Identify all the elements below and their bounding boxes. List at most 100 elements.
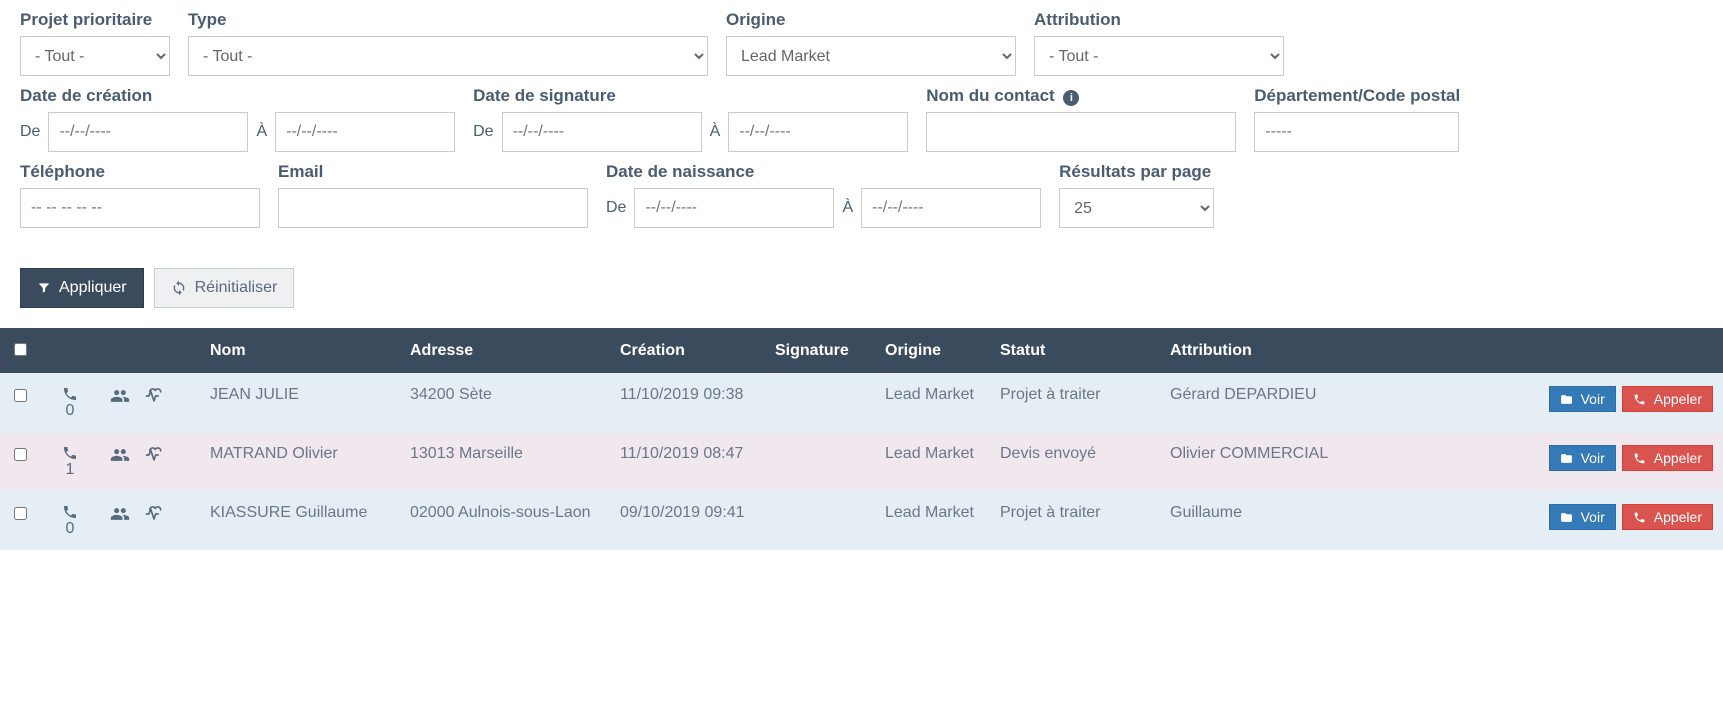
label-de: De bbox=[473, 123, 493, 141]
cell-creation: 09/10/2019 09:41 bbox=[610, 492, 765, 551]
voir-button[interactable]: Voir bbox=[1549, 386, 1616, 412]
results-table: Nom Adresse Création Signature Origine S… bbox=[0, 328, 1723, 550]
label-a: À bbox=[710, 123, 721, 141]
cell-statut: Projet à traiter bbox=[990, 374, 1160, 433]
input-email[interactable] bbox=[278, 188, 588, 228]
cell-attribution: Guillaume bbox=[1160, 492, 1350, 551]
label-projet-prioritaire: Projet prioritaire bbox=[20, 10, 170, 30]
folder-icon bbox=[1560, 511, 1573, 524]
appeler-button[interactable]: Appeler bbox=[1622, 504, 1713, 530]
phone-icon bbox=[1633, 511, 1646, 524]
field-date-creation: Date de création De À bbox=[20, 86, 455, 152]
input-departement[interactable] bbox=[1254, 112, 1459, 152]
appeler-button[interactable]: Appeler bbox=[1622, 386, 1713, 412]
label-date-naissance: Date de naissance bbox=[606, 162, 1041, 182]
heartbeat-icon[interactable] bbox=[144, 445, 164, 465]
field-nom-contact: Nom du contact i bbox=[926, 86, 1236, 152]
select-origine[interactable]: Lead Market bbox=[726, 36, 1016, 76]
col-adresse: Adresse bbox=[400, 328, 610, 374]
field-type: Type - Tout - bbox=[188, 10, 708, 76]
phone-count-value: 0 bbox=[66, 402, 75, 420]
cell-origine: Lead Market bbox=[875, 433, 990, 492]
cell-adresse: 34200 Sète bbox=[400, 374, 610, 433]
row-checkbox[interactable] bbox=[14, 448, 27, 461]
table-row: 0 KIASSURE Guillaume 02000 Aulnois-sous-… bbox=[0, 492, 1723, 551]
label-de: De bbox=[606, 199, 626, 217]
folder-icon bbox=[1560, 452, 1573, 465]
select-all-checkbox[interactable] bbox=[14, 343, 27, 356]
input-nom-contact[interactable] bbox=[926, 112, 1236, 152]
input-date-signature-from[interactable] bbox=[502, 112, 702, 152]
cell-signature bbox=[765, 433, 875, 492]
col-nom: Nom bbox=[200, 328, 400, 374]
phone-count-value: 1 bbox=[66, 461, 75, 479]
select-projet-prioritaire[interactable]: - Tout - bbox=[20, 36, 170, 76]
appliquer-button[interactable]: Appliquer bbox=[20, 268, 144, 308]
input-date-signature-to[interactable] bbox=[728, 112, 908, 152]
cell-attribution: Gérard DEPARDIEU bbox=[1160, 374, 1350, 433]
phone-icon bbox=[62, 445, 78, 461]
cell-signature bbox=[765, 374, 875, 433]
folder-icon bbox=[1560, 393, 1573, 406]
input-telephone[interactable] bbox=[20, 188, 260, 228]
users-icon[interactable] bbox=[110, 504, 130, 524]
filter-buttons: Appliquer Réinitialiser bbox=[0, 248, 1723, 328]
table-header-row: Nom Adresse Création Signature Origine S… bbox=[0, 328, 1723, 374]
label-de: De bbox=[20, 123, 40, 141]
appeler-button[interactable]: Appeler bbox=[1622, 445, 1713, 471]
input-date-creation-to[interactable] bbox=[275, 112, 455, 152]
reinitialiser-button[interactable]: Réinitialiser bbox=[154, 268, 295, 308]
phone-count: 0 bbox=[50, 504, 90, 538]
field-telephone: Téléphone bbox=[20, 162, 260, 228]
col-signature: Signature bbox=[765, 328, 875, 374]
field-resultats-par-page: Résultats par page 25 bbox=[1059, 162, 1214, 228]
users-icon[interactable] bbox=[110, 445, 130, 465]
cell-statut: Projet à traiter bbox=[990, 492, 1160, 551]
label-origine: Origine bbox=[726, 10, 1016, 30]
select-type[interactable]: - Tout - bbox=[188, 36, 708, 76]
field-date-naissance: Date de naissance De À bbox=[606, 162, 1041, 228]
field-projet-prioritaire: Projet prioritaire - Tout - bbox=[20, 10, 170, 76]
phone-icon bbox=[62, 504, 78, 520]
row-checkbox[interactable] bbox=[14, 507, 27, 520]
col-statut: Statut bbox=[990, 328, 1160, 374]
label-a: À bbox=[842, 199, 853, 217]
field-email: Email bbox=[278, 162, 588, 228]
field-origine: Origine Lead Market bbox=[726, 10, 1016, 76]
col-origine: Origine bbox=[875, 328, 990, 374]
cell-attribution: Olivier COMMERCIAL bbox=[1160, 433, 1350, 492]
cell-creation: 11/10/2019 09:38 bbox=[610, 374, 765, 433]
refresh-icon bbox=[171, 280, 187, 296]
users-icon[interactable] bbox=[110, 386, 130, 406]
row-checkbox[interactable] bbox=[14, 389, 27, 402]
input-date-naissance-from[interactable] bbox=[634, 188, 834, 228]
cell-adresse: 02000 Aulnois-sous-Laon bbox=[400, 492, 610, 551]
phone-icon bbox=[1633, 393, 1646, 406]
cell-nom: JEAN JULIE bbox=[200, 374, 400, 433]
select-attribution[interactable]: - Tout - bbox=[1034, 36, 1284, 76]
voir-button[interactable]: Voir bbox=[1549, 445, 1616, 471]
input-date-naissance-to[interactable] bbox=[861, 188, 1041, 228]
label-date-creation: Date de création bbox=[20, 86, 455, 106]
field-attribution: Attribution - Tout - bbox=[1034, 10, 1284, 76]
cell-nom: KIASSURE Guillaume bbox=[200, 492, 400, 551]
label-resultats-par-page: Résultats par page bbox=[1059, 162, 1214, 182]
label-attribution: Attribution bbox=[1034, 10, 1284, 30]
cell-adresse: 13013 Marseille bbox=[400, 433, 610, 492]
phone-count-value: 0 bbox=[66, 520, 75, 538]
heartbeat-icon[interactable] bbox=[144, 386, 164, 406]
field-departement: Département/Code postal bbox=[1254, 86, 1460, 152]
label-telephone: Téléphone bbox=[20, 162, 260, 182]
label-nom-contact: Nom du contact i bbox=[926, 86, 1236, 106]
cell-statut: Devis envoyé bbox=[990, 433, 1160, 492]
info-icon[interactable]: i bbox=[1063, 90, 1079, 106]
voir-button[interactable]: Voir bbox=[1549, 504, 1616, 530]
input-date-creation-from[interactable] bbox=[48, 112, 248, 152]
col-attribution: Attribution bbox=[1160, 328, 1350, 374]
table-row: 1 MATRAND Olivier 13013 Marseille 11/10/… bbox=[0, 433, 1723, 492]
phone-count: 0 bbox=[50, 386, 90, 420]
label-date-signature: Date de signature bbox=[473, 86, 908, 106]
heartbeat-icon[interactable] bbox=[144, 504, 164, 524]
cell-origine: Lead Market bbox=[875, 374, 990, 433]
select-resultats-par-page[interactable]: 25 bbox=[1059, 188, 1214, 228]
